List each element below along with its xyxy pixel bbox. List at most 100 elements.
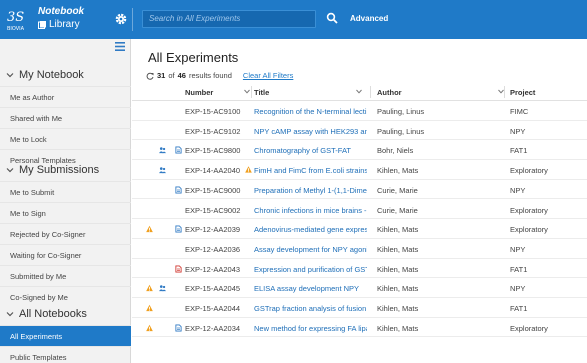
- page-title: All Experiments: [148, 50, 239, 65]
- sidebar-item-shared-with-me[interactable]: Shared with Me: [0, 107, 131, 128]
- svg-text:3S: 3S: [7, 10, 24, 25]
- experiment-author: Pauling, Linus: [377, 107, 425, 116]
- experiment-project: FIMC: [510, 107, 529, 116]
- sidebar-section-my-submissions[interactable]: My Submissions: [0, 159, 131, 181]
- gear-icon[interactable]: [114, 12, 128, 26]
- experiment-project: Exploratory: [510, 166, 548, 176]
- experiment-project: NPY: [510, 284, 526, 294]
- experiment-project: Exploratory: [510, 225, 548, 235]
- header-divider: [132, 8, 133, 31]
- table-row[interactable]: EXP-15-AA2044 GSTrap fraction analysis of…: [132, 298, 587, 318]
- document-icon: [175, 265, 182, 273]
- search-placeholder: Search in All Experiments: [149, 14, 241, 23]
- experiment-project: Exploratory: [510, 323, 548, 333]
- results-summary: 31 of 46 results found Clear All Filters: [146, 71, 293, 80]
- experiment-author: Kihlen, Mats: [377, 304, 419, 313]
- main-content: All Experiments 31 of 46 results found C…: [132, 39, 587, 363]
- table-row[interactable]: EXP-15-AC9002 Chronic infections in mice …: [132, 200, 587, 220]
- table-row[interactable]: EXP-12-AA2043 Expression and purification…: [132, 259, 587, 279]
- experiment-author: Kihlen, Mats: [377, 244, 419, 254]
- warning-icon: [146, 324, 153, 331]
- table-header: Number Title Author Project: [132, 83, 587, 101]
- experiment-title-link[interactable]: Recognition of the N-terminal lecti: [254, 107, 367, 116]
- results-count: 31: [157, 71, 166, 80]
- shared-users-icon: [159, 147, 166, 154]
- document-icon: [175, 186, 182, 194]
- logo-area[interactable]: 3S BIOVIA Notebook Library: [0, 0, 131, 39]
- chevron-down-icon: [6, 168, 14, 173]
- sidebar-item-rejected-by-co-signer[interactable]: Rejected by Co-Signer: [0, 223, 131, 244]
- sidebar: My Notebook Me as Author Shared with Me …: [0, 39, 131, 363]
- experiment-number: EXP-15-AC9002: [185, 205, 241, 215]
- column-header-number[interactable]: Number: [185, 88, 213, 97]
- chevron-down-icon: [6, 312, 14, 317]
- experiment-title-link[interactable]: Adenovirus-mediated gene express: [254, 225, 367, 234]
- experiment-title-link[interactable]: ELISA assay development NPY: [254, 284, 367, 293]
- table-row[interactable]: EXP-14-AA2040 FimH and FimC from E.coli s…: [132, 160, 587, 180]
- table-row[interactable]: EXP-15-AA2045 ELISA assay development NPY…: [132, 278, 587, 298]
- experiment-number: EXP-15-AA2044: [185, 304, 241, 313]
- table-row[interactable]: EXP-12-AA2039 Adenovirus-mediated gene ex…: [132, 219, 587, 239]
- column-divider: [251, 86, 252, 98]
- search-icon[interactable]: [326, 12, 338, 24]
- results-of: of: [168, 71, 175, 80]
- experiment-title-link[interactable]: Assay development for NPY agonis: [254, 245, 367, 254]
- sidebar-section-my-notebook[interactable]: My Notebook: [0, 64, 131, 86]
- hamburger-menu-icon[interactable]: [115, 42, 125, 51]
- table-row[interactable]: EXP-12-AA2034 New method for expressing F…: [132, 318, 587, 338]
- chevron-down-icon: [6, 73, 14, 78]
- sidebar-item-me-to-sign[interactable]: Me to Sign: [0, 202, 131, 223]
- clear-filters-link[interactable]: Clear All Filters: [243, 71, 293, 80]
- experiment-title-link[interactable]: Expression and purification of GST-: [254, 265, 367, 274]
- column-header-project[interactable]: Project: [510, 88, 535, 97]
- sidebar-section-label: All Notebooks: [19, 308, 87, 320]
- sidebar-item-all-experiments[interactable]: All Experiments: [0, 325, 131, 346]
- warning-icon: [146, 225, 153, 233]
- table-row[interactable]: EXP-15-AC9000 Preparation of Methyl 1-(1,…: [132, 180, 587, 200]
- document-icon: [175, 225, 182, 233]
- sidebar-item-public-templates[interactable]: Public Templates: [0, 346, 131, 363]
- experiment-number: EXP-15-AC9000: [185, 185, 241, 195]
- search-input[interactable]: Search in All Experiments: [142, 10, 316, 28]
- shared-users-icon: [159, 285, 166, 292]
- column-header-author[interactable]: Author: [377, 88, 402, 97]
- sidebar-item-waiting-for-co-signer[interactable]: Waiting for Co-Signer: [0, 244, 131, 265]
- experiment-title-link[interactable]: GSTrap fraction analysis of fusion (: [254, 304, 367, 313]
- advanced-search-link[interactable]: Advanced: [350, 14, 388, 23]
- results-total: 46: [177, 71, 186, 80]
- experiment-project: FAT1: [510, 264, 528, 274]
- table-row[interactable]: EXP-15-AC9800 Chromatography of GST-FAT Bo…: [132, 140, 587, 161]
- experiment-project: Exploratory: [510, 205, 548, 215]
- experiment-author: Pauling, Linus: [377, 126, 425, 136]
- sidebar-section-all-notebooks[interactable]: All Notebooks: [0, 303, 131, 325]
- column-header-title[interactable]: Title: [254, 88, 269, 97]
- table-row[interactable]: EXP-12-AA2036 Assay development for NPY a…: [132, 239, 587, 259]
- table-row[interactable]: EXP-15-AC9100 Recognition of the N-termin…: [132, 101, 587, 121]
- experiment-author: Curie, Marie: [377, 185, 418, 195]
- experiment-number: EXP-12-AA2039: [185, 225, 241, 235]
- table-row[interactable]: EXP-15-AC9102 NPY cAMP assay with HEK293 …: [132, 121, 587, 141]
- sidebar-item-me-to-lock[interactable]: Me to Lock: [0, 128, 131, 149]
- warning-icon: [146, 285, 153, 292]
- experiment-author: Kihlen, Mats: [377, 264, 419, 274]
- sidebar-section-label: My Notebook: [19, 69, 84, 81]
- experiment-title-link[interactable]: Chronic infections in mice brains -: [254, 206, 367, 215]
- chevron-down-icon[interactable]: [244, 89, 250, 94]
- experiment-number: EXP-15-AC9800: [185, 146, 241, 156]
- refresh-icon[interactable]: [146, 72, 154, 80]
- chevron-down-icon[interactable]: [356, 89, 362, 94]
- brand-subtitle: Library: [38, 19, 80, 30]
- sidebar-item-me-to-submit[interactable]: Me to Submit: [0, 181, 131, 202]
- svg-text:BIOVIA: BIOVIA: [7, 26, 25, 32]
- sidebar-section-label: My Submissions: [19, 164, 100, 176]
- experiment-title-link[interactable]: New method for expressing FA lipa: [254, 324, 367, 333]
- experiment-title-link[interactable]: FimH and FimC from E.coli strains: [254, 166, 367, 175]
- experiment-title-link[interactable]: Chromatography of GST-FAT: [254, 146, 367, 155]
- sidebar-item-me-as-author[interactable]: Me as Author: [0, 86, 131, 107]
- experiment-title-link[interactable]: Preparation of Methyl 1-(1,1-Dimet: [254, 186, 367, 195]
- shared-users-icon: [159, 167, 166, 174]
- experiment-number: EXP-12-AA2036: [185, 244, 241, 254]
- experiment-title-link[interactable]: NPY cAMP assay with HEK293 and c: [254, 127, 367, 136]
- experiment-number: EXP-15-AC9102: [185, 126, 241, 136]
- sidebar-item-submitted-by-me[interactable]: Submitted by Me: [0, 265, 131, 286]
